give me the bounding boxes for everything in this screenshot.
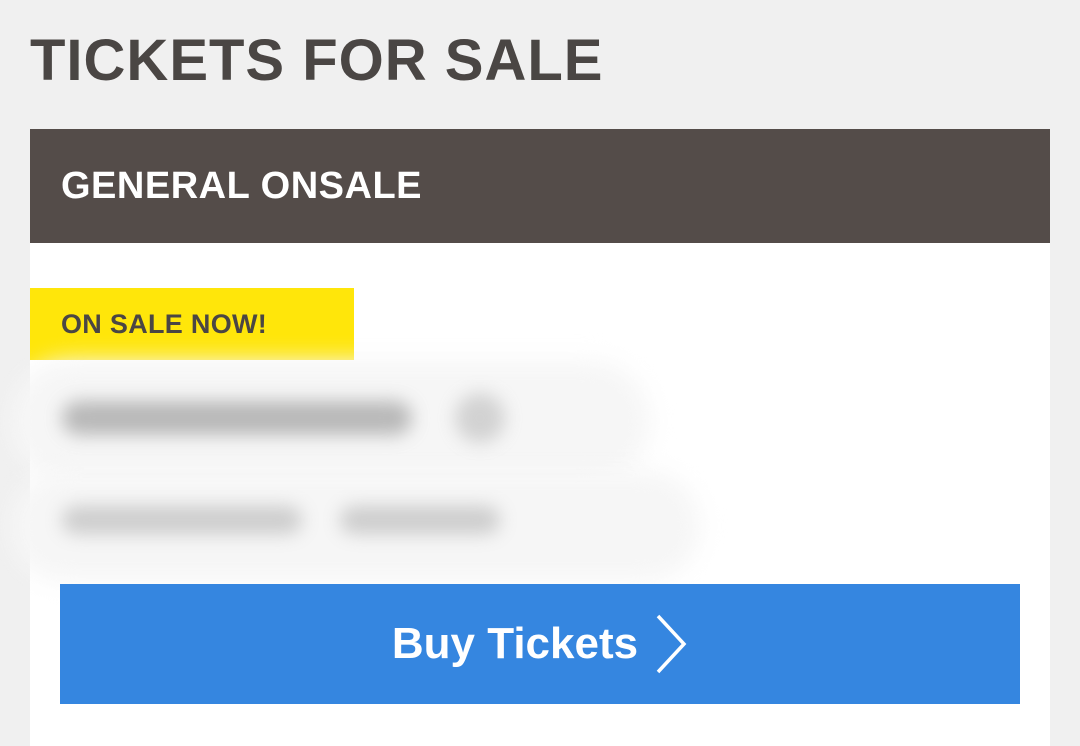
blurred-date-line: [340, 506, 500, 534]
blurred-info-icon: [455, 393, 505, 443]
buy-tickets-label: Buy Tickets: [391, 619, 639, 668]
page-title: TICKETS FOR SALE: [30, 28, 604, 93]
buy-tickets-button[interactable]: Buy Tickets: [60, 584, 1020, 704]
status-badge: ON SALE NOW!: [30, 288, 354, 360]
chevron-right-icon: [656, 614, 687, 674]
blurred-fee-line: [62, 506, 302, 534]
card-header-title: GENERAL ONSALE: [61, 164, 423, 207]
blurred-ticket-details: [10, 361, 710, 581]
card-header: GENERAL ONSALE: [30, 129, 1050, 243]
status-badge-label: ON SALE NOW!: [61, 308, 268, 339]
tickets-page: TICKETS FOR SALE GENERAL ONSALE ON SALE …: [0, 0, 1080, 746]
blurred-price-line: [62, 401, 412, 435]
ticket-card: GENERAL ONSALE ON SALE NOW! Buy Tickets: [10, 129, 1050, 746]
